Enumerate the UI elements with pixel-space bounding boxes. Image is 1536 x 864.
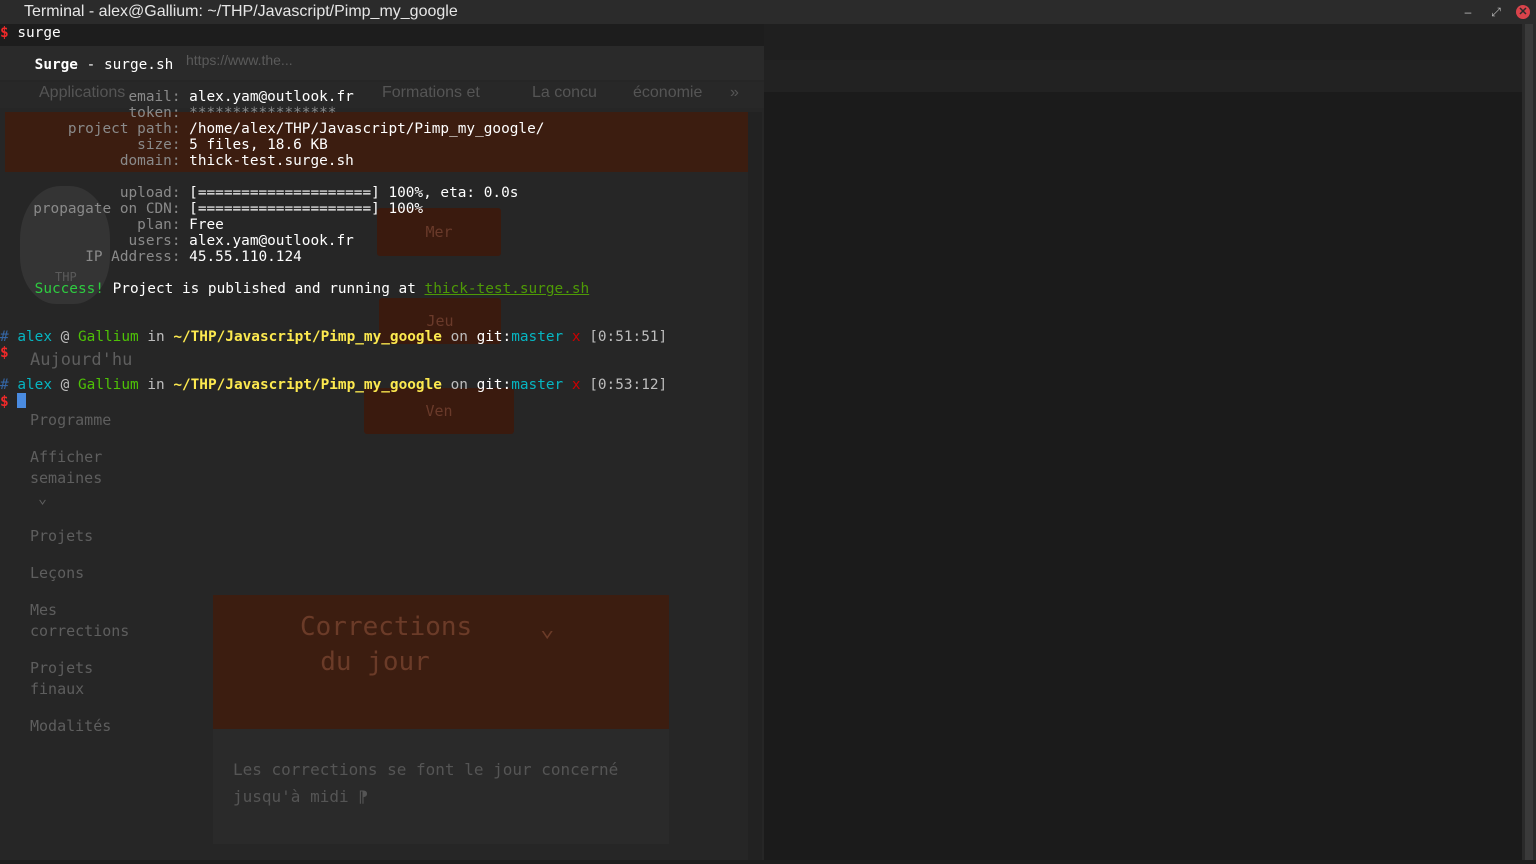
prompt-in: in xyxy=(138,329,174,345)
info-value: 5 files, 18.6 KB xyxy=(189,137,328,153)
background-strip xyxy=(764,24,1522,60)
prompt-host: Gallium xyxy=(78,377,139,393)
info-row: domain: thick-test.surge.sh xyxy=(0,153,354,169)
surge-header: Surge - surge.sh xyxy=(0,57,174,73)
command-line: $ surge xyxy=(0,25,61,41)
info-label: domain: xyxy=(119,153,181,169)
text-cursor xyxy=(17,393,27,408)
prompt-git: git: xyxy=(476,377,512,393)
window-title: Terminal - alex@Gallium: ~/THP/Javascrip… xyxy=(24,3,458,20)
info-value: thick-test.surge.sh xyxy=(189,153,354,169)
command-line: $ xyxy=(0,345,9,361)
info-row: size: 5 files, 18.6 KB xyxy=(0,137,328,153)
prompt-host: Gallium xyxy=(78,329,139,345)
prompt-on: on xyxy=(441,329,477,345)
prompt-hash: # xyxy=(0,377,9,393)
minimize-icon[interactable]: – xyxy=(1460,4,1476,20)
prompt-at: @ xyxy=(52,377,78,393)
info-label: size: xyxy=(137,137,181,153)
terminal-scrollbar-thumb[interactable] xyxy=(1525,24,1533,860)
prompt-on: on xyxy=(441,377,477,393)
progress-row: IP Address: 45.55.110.124 xyxy=(0,249,302,265)
prompt-symbol: $ xyxy=(0,345,9,361)
command-text: surge xyxy=(17,25,61,41)
prompt-path: ~/THP/Javascript/Pimp_my_google xyxy=(173,329,442,345)
success-line: Success! Project is published and runnin… xyxy=(0,281,590,297)
info-label: token: xyxy=(128,105,181,121)
progress-row: propagate on CDN: [====================]… xyxy=(0,201,423,217)
prompt-branch: master xyxy=(511,377,564,393)
window-titlebar: Terminal - alex@Gallium: ~/THP/Javascrip… xyxy=(0,0,1536,24)
progress-label: users: xyxy=(128,233,181,249)
progress-row: plan: Free xyxy=(0,217,224,233)
prompt-user: alex xyxy=(17,377,52,393)
background-bar xyxy=(764,60,1522,92)
prompt-time: [0:53:12] xyxy=(589,377,668,393)
info-label: email: xyxy=(128,89,181,105)
published-link[interactable]: thick-test.surge.sh xyxy=(425,281,590,297)
progress-label: propagate on CDN: xyxy=(33,201,181,217)
progress-value: [====================] 100%, eta: 0.0s xyxy=(189,185,519,201)
prompt-path: ~/THP/Javascript/Pimp_my_google xyxy=(173,377,442,393)
progress-label: upload: xyxy=(119,185,181,201)
terminal-scrollbar[interactable] xyxy=(1522,24,1536,860)
surge-name: Surge xyxy=(34,57,78,73)
prompt-branch: master xyxy=(511,329,564,345)
info-row: email: alex.yam@outlook.fr xyxy=(0,89,354,105)
progress-value: alex.yam@outlook.fr xyxy=(189,233,354,249)
prompt-user: alex xyxy=(17,329,52,345)
surge-url: surge.sh xyxy=(103,57,174,73)
surge-separator: - xyxy=(77,57,104,73)
prompt-in: in xyxy=(138,377,174,393)
info-row: token: ***************** xyxy=(0,105,337,121)
success-text: Project is published and running at xyxy=(103,281,425,297)
active-command-line[interactable]: $ xyxy=(0,393,27,410)
progress-label: IP Address: xyxy=(85,249,181,265)
info-value: /home/alex/THP/Javascript/Pimp_my_google… xyxy=(189,121,545,137)
progress-row: upload: [====================] 100%, eta… xyxy=(0,185,519,201)
progress-value: [====================] 100% xyxy=(189,201,424,217)
prompt-line: # alex @ Gallium in ~/THP/Javascript/Pim… xyxy=(0,329,667,345)
progress-value: 45.55.110.124 xyxy=(189,249,302,265)
terminal-output[interactable]: $ surge Surge - surge.sh email: alex.yam… xyxy=(0,24,764,860)
background-window-right xyxy=(764,24,1522,860)
progress-value: Free xyxy=(189,217,224,233)
prompt-dirty: x xyxy=(571,329,581,345)
prompt-git: git: xyxy=(476,329,512,345)
prompt-time: [0:51:51] xyxy=(589,329,668,345)
prompt-hash: # xyxy=(0,329,9,345)
prompt-dirty: x xyxy=(571,377,581,393)
close-icon[interactable]: ✕ xyxy=(1516,5,1530,19)
prompt-symbol: $ xyxy=(0,394,9,410)
progress-row: users: alex.yam@outlook.fr xyxy=(0,233,354,249)
prompt-at: @ xyxy=(52,329,78,345)
prompt-line: # alex @ Gallium in ~/THP/Javascript/Pim… xyxy=(0,377,667,393)
info-row: project path: /home/alex/THP/Javascript/… xyxy=(0,121,545,137)
info-label: project path: xyxy=(67,121,181,137)
info-value: alex.yam@outlook.fr xyxy=(189,89,354,105)
success-word: Success! xyxy=(34,281,104,297)
prompt-symbol: $ xyxy=(0,25,9,41)
progress-label: plan: xyxy=(137,217,181,233)
info-value: ***************** xyxy=(189,105,337,121)
maximize-icon[interactable]: ⤢ xyxy=(1488,4,1504,20)
